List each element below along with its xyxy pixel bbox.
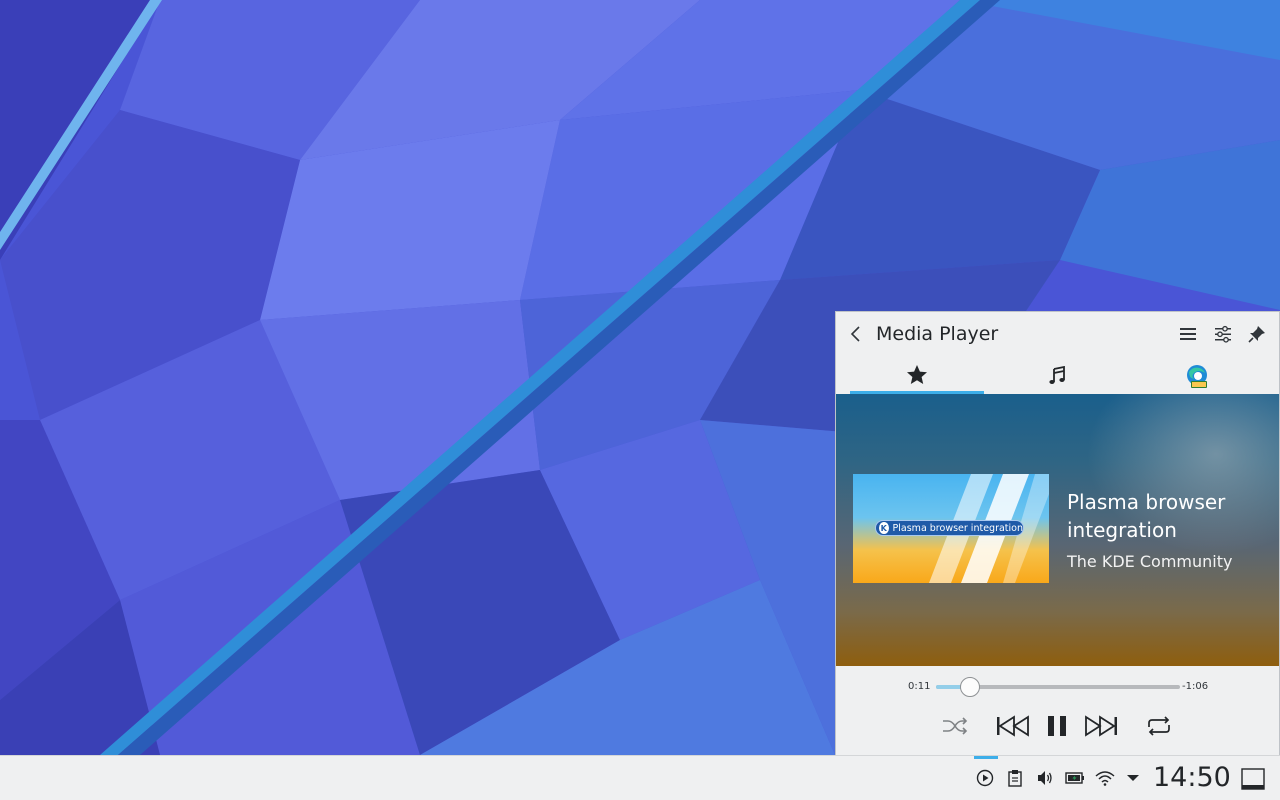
star-icon <box>907 364 927 384</box>
media-play-icon <box>976 769 994 787</box>
active-indicator <box>974 756 998 759</box>
album-art-badge: K Plasma browser integration <box>875 520 1024 536</box>
configure-sliders-icon <box>1215 325 1231 343</box>
previous-track-button[interactable] <box>995 713 1031 739</box>
skip-backward-icon <box>997 715 1029 737</box>
album-art: K Plasma browser integration <box>853 474 1049 583</box>
tray-battery[interactable] <box>1065 768 1085 788</box>
browser-dev-icon <box>1187 365 1207 388</box>
back-arrow-icon <box>850 326 860 342</box>
playback-controls: 0:11 -1:06 <box>836 666 1279 755</box>
shuffle-button[interactable] <box>937 713 973 739</box>
tray-expand-icon <box>1127 775 1139 781</box>
tab-music[interactable] <box>990 358 1124 394</box>
repeat-icon <box>1148 716 1170 736</box>
pause-button[interactable] <box>1039 713 1075 739</box>
show-desktop-icon <box>1241 768 1265 790</box>
tab-favorites[interactable] <box>850 358 984 394</box>
popup-header: Media Player <box>836 312 1279 358</box>
taskbar: 14:50 <box>0 755 1280 800</box>
tray-media-player[interactable] <box>975 768 995 788</box>
progress-slider[interactable] <box>936 677 1180 697</box>
skip-forward-icon <box>1085 715 1117 737</box>
tray-clipboard[interactable] <box>1005 768 1025 788</box>
tab-browser[interactable] <box>1130 358 1264 394</box>
track-title: Plasma browser integration <box>1067 490 1226 542</box>
track-artist: The KDE Community <box>1067 552 1233 571</box>
menu-button[interactable] <box>1176 322 1200 346</box>
album-art-text: Plasma browser integration <box>892 522 1023 534</box>
repeat-button[interactable] <box>1141 713 1177 739</box>
music-note-icon <box>1049 366 1065 384</box>
volume-icon <box>1038 771 1052 785</box>
shuffle-icon <box>943 717 968 735</box>
player-tabs <box>850 358 1270 394</box>
progress-handle[interactable] <box>960 677 981 697</box>
configure-button[interactable] <box>1211 322 1235 346</box>
now-playing-area: K Plasma browser integration Plasma brow… <box>836 394 1279 666</box>
kde-logo-icon: K <box>879 522 889 534</box>
battery-icon <box>1065 772 1084 784</box>
wifi-icon <box>1095 771 1115 786</box>
time-remaining: -1:06 <box>1182 681 1209 692</box>
tray-expand-button[interactable] <box>1123 768 1143 788</box>
next-track-button[interactable] <box>1083 713 1119 739</box>
clipboard-icon <box>1008 770 1022 787</box>
time-elapsed: 0:11 <box>908 681 931 692</box>
back-button[interactable] <box>844 322 868 346</box>
hamburger-menu-icon <box>1180 328 1196 340</box>
media-player-popup: Media Player K Plasma browser integratio… <box>835 311 1280 755</box>
popup-title: Media Player <box>876 323 999 345</box>
tray-volume[interactable] <box>1035 768 1055 788</box>
pin-icon <box>1248 326 1265 343</box>
pin-button[interactable] <box>1245 322 1269 346</box>
digital-clock[interactable]: 14:50 <box>1153 762 1231 793</box>
tray-network[interactable] <box>1095 768 1115 788</box>
pause-icon <box>1048 716 1066 736</box>
show-desktop-button[interactable] <box>1240 766 1266 792</box>
